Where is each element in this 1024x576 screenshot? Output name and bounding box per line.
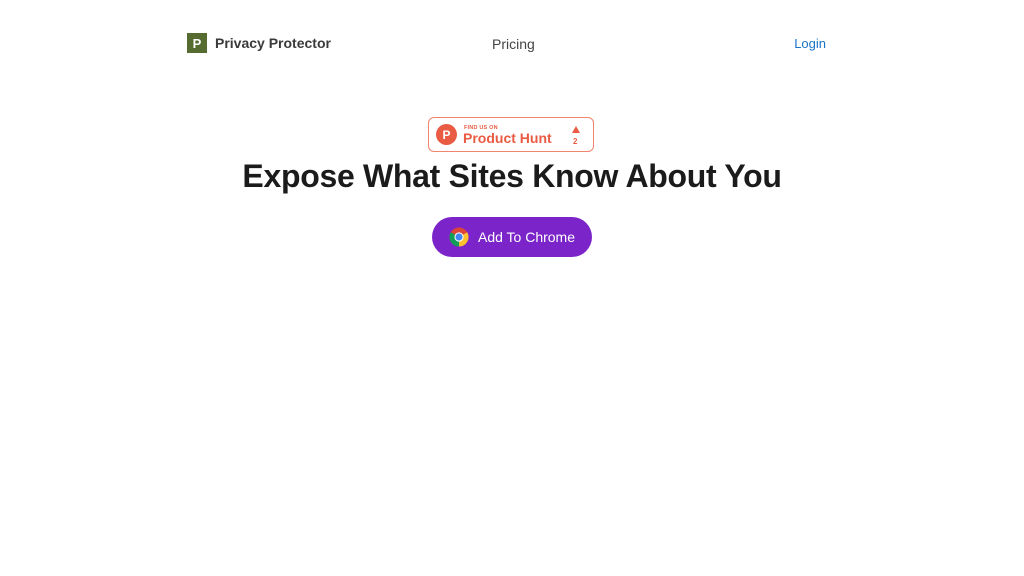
nav-login-link[interactable]: Login bbox=[794, 36, 826, 51]
add-to-chrome-label: Add To Chrome bbox=[477, 229, 575, 245]
hero-headline: Expose What Sites Know About You bbox=[242, 158, 782, 194]
chrome-icon bbox=[449, 227, 469, 247]
site-header: P Privacy Protector Pricing Login bbox=[187, 30, 826, 56]
product-hunt-badge[interactable]: P FIND US ON Product Hunt 2 bbox=[428, 117, 594, 152]
product-hunt-logo-icon: P bbox=[436, 124, 457, 145]
brand-name: Privacy Protector bbox=[215, 35, 331, 51]
brand-logo-icon: P bbox=[187, 33, 207, 53]
nav-pricing-link[interactable]: Pricing bbox=[492, 36, 535, 52]
brand-link[interactable]: P Privacy Protector bbox=[187, 33, 331, 53]
upvote-triangle-icon bbox=[572, 126, 580, 133]
landing-page: P Privacy Protector Pricing Login P FIND… bbox=[0, 0, 1024, 576]
product-hunt-name: Product Hunt bbox=[463, 130, 552, 146]
add-to-chrome-button[interactable]: Add To Chrome bbox=[432, 217, 592, 257]
product-hunt-upvote-count: 2 bbox=[573, 137, 578, 146]
